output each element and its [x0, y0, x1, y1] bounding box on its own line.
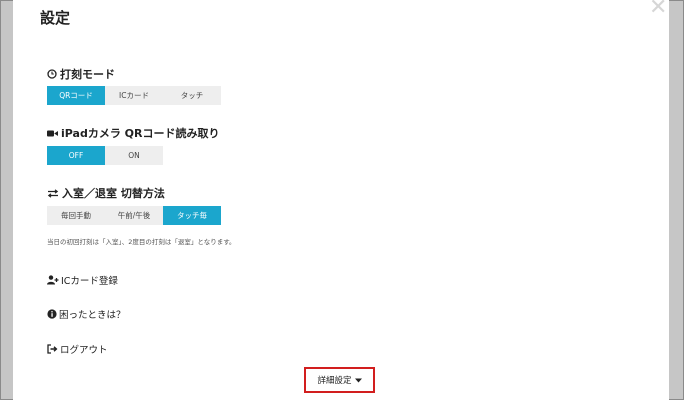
- camera-option-off[interactable]: OFF: [47, 146, 105, 165]
- sign-out-icon: [47, 344, 58, 354]
- clock-icon: [47, 69, 57, 79]
- settings-dialog: 設定 ✕ 打刻モード QRコード ICカード タッチ iPadカメラ QRコード…: [13, 0, 669, 400]
- ic-card-register-link[interactable]: ICカード登録: [47, 273, 118, 287]
- close-icon[interactable]: ✕: [649, 0, 667, 19]
- switch-option-manual[interactable]: 毎回手動: [47, 206, 105, 225]
- advanced-settings-button[interactable]: 詳細設定: [304, 367, 375, 393]
- logout-label: ログアウト: [60, 345, 108, 356]
- help-label: 困ったときは？: [59, 310, 126, 321]
- ipad-camera-label: iPadカメラ QRコード読み取り: [61, 127, 220, 140]
- ipad-camera-toggle: OFF ON: [47, 146, 163, 165]
- video-camera-icon: [47, 129, 58, 138]
- punch-mode-heading: 打刻モード: [47, 66, 115, 82]
- info-circle-icon: [47, 309, 57, 319]
- punch-mode-selector: QRコード ICカード タッチ: [47, 86, 221, 105]
- switch-method-selector: 毎回手動 午前/午後 タッチ毎: [47, 206, 221, 225]
- advanced-settings-label: 詳細設定: [317, 376, 352, 386]
- ic-card-register-label: ICカード登録: [61, 276, 118, 287]
- swap-arrows-icon: [47, 188, 59, 198]
- help-link[interactable]: 困ったときは？: [47, 307, 126, 321]
- logout-link[interactable]: ログアウト: [47, 342, 108, 356]
- switch-option-am-pm[interactable]: 午前/午後: [105, 206, 163, 225]
- switch-method-label: 入室／退室 切替方法: [62, 187, 165, 200]
- switch-method-note: 当日の初回打刻は「入室」、2度目の打刻は「退室」となります。: [47, 238, 236, 246]
- punch-mode-option-touch[interactable]: タッチ: [163, 86, 221, 105]
- switch-method-heading: 入室／退室 切替方法: [47, 185, 165, 201]
- dialog-title: 設定: [40, 9, 71, 27]
- ipad-camera-heading: iPadカメラ QRコード読み取り: [47, 125, 219, 141]
- punch-mode-option-qr[interactable]: QRコード: [47, 86, 105, 105]
- caret-down-icon: [354, 378, 362, 383]
- user-plus-icon: [47, 275, 59, 285]
- camera-option-on[interactable]: ON: [105, 146, 163, 165]
- punch-mode-label: 打刻モード: [60, 68, 115, 81]
- switch-option-each-touch[interactable]: タッチ毎: [163, 206, 221, 225]
- punch-mode-option-ic[interactable]: ICカード: [105, 86, 163, 105]
